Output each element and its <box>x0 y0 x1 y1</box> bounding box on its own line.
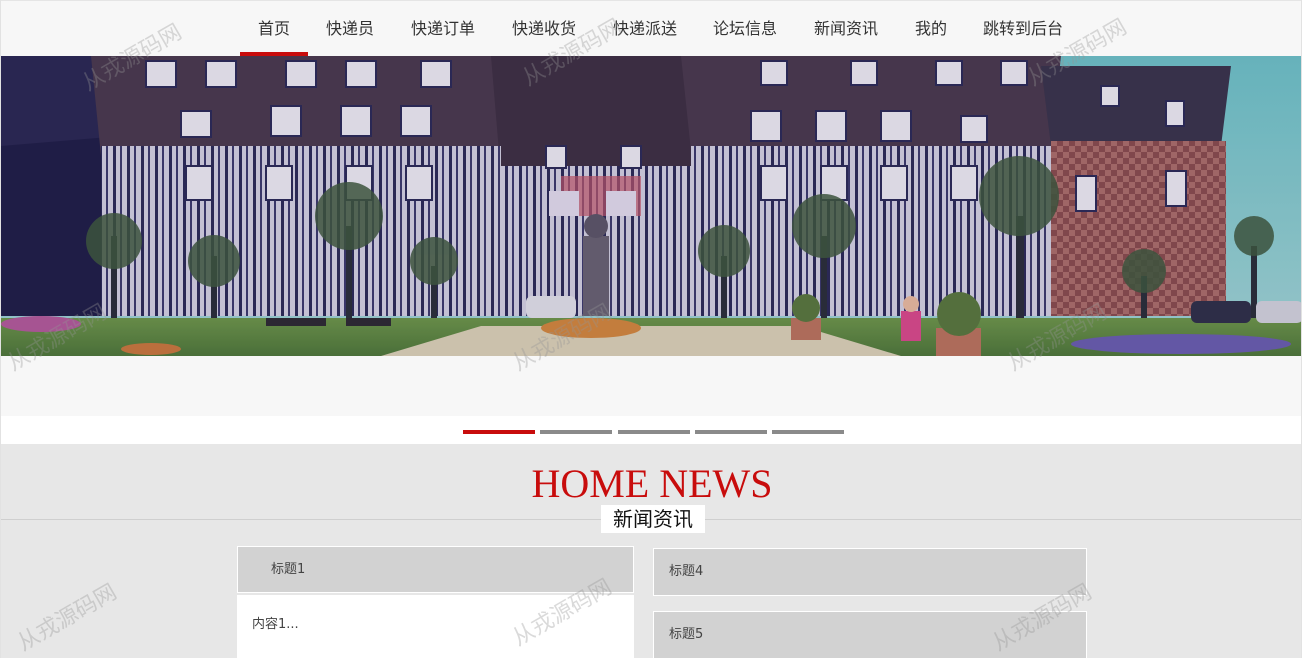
nav-item-delivery[interactable]: 快递派送 <box>605 1 685 57</box>
nav-item-orders[interactable]: 快递订单 <box>403 1 483 57</box>
carousel-indicators <box>1 416 1301 444</box>
news-item-title-1[interactable]: 标题1 <box>237 546 634 593</box>
nav-item-home[interactable]: 首页 <box>240 1 308 57</box>
news-title-en: HOME NEWS <box>531 461 773 506</box>
news-item-title-4[interactable]: 标题4 <box>653 548 1087 596</box>
banner-carousel[interactable] <box>1 56 1301 356</box>
nav-item-news[interactable]: 新闻资讯 <box>806 1 886 57</box>
carousel-dot-3[interactable] <box>618 430 690 434</box>
carousel-dot-1[interactable] <box>463 430 535 434</box>
top-nav: 首页 快递员 快递订单 快递收货 快递派送 论坛信息 新闻资讯 我的 跳转到后台 <box>1 0 1301 57</box>
news-item-content-1-text: 内容1... <box>252 617 299 632</box>
nav-item-admin[interactable]: 跳转到后台 <box>975 1 1071 57</box>
carousel-dot-2[interactable] <box>540 430 612 434</box>
banner-image <box>1 56 1301 356</box>
page: 首页 快递员 快递订单 快递收货 快递派送 论坛信息 新闻资讯 我的 跳转到后台 <box>0 0 1302 658</box>
nav-item-receiving[interactable]: 快递收货 <box>504 1 584 57</box>
banner-area <box>1 56 1301 416</box>
news-item-title-5[interactable]: 标题5 <box>653 611 1087 658</box>
news-item-title-5-text: 标题5 <box>669 627 704 642</box>
news-item-title-4-text: 标题4 <box>669 564 704 579</box>
news-item-title-1-text: 标题1 <box>271 562 306 577</box>
news-section: HOME NEWS 新闻资讯 标题1 内容1... 标题4 标题5 <box>1 444 1301 658</box>
nav-item-forum[interactable]: 论坛信息 <box>705 1 785 57</box>
carousel-dot-5[interactable] <box>772 430 844 434</box>
nav-item-couriers[interactable]: 快递员 <box>313 1 387 57</box>
carousel-dot-4[interactable] <box>695 430 767 434</box>
nav-item-mine[interactable]: 我的 <box>906 1 956 57</box>
news-item-content-1[interactable]: 内容1... <box>237 595 634 658</box>
news-title-cn: 新闻资讯 <box>601 505 705 533</box>
